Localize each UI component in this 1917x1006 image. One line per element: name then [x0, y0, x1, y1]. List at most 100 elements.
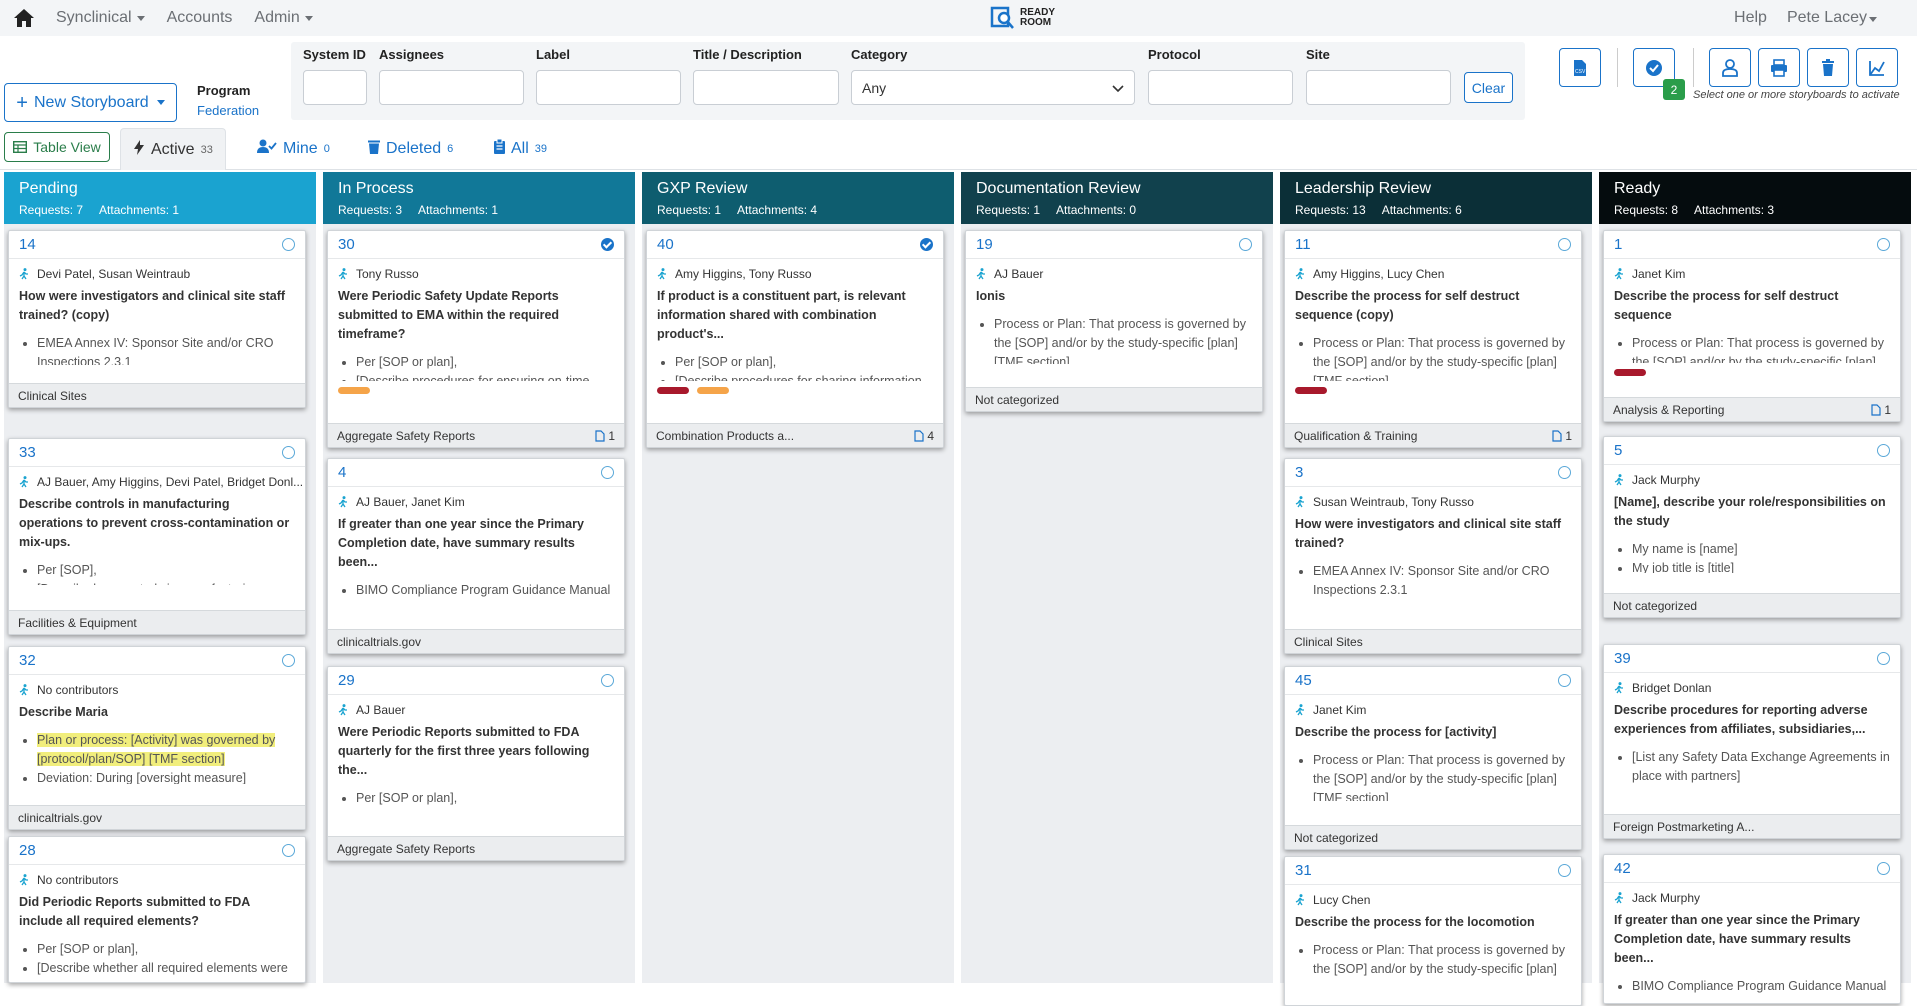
select-circle-icon[interactable] [1877, 444, 1890, 457]
user-menu[interactable]: Pete Lacey [1787, 9, 1877, 27]
select-circle-icon[interactable] [1877, 652, 1890, 665]
select-circle-icon[interactable] [601, 466, 614, 479]
storyboard-card[interactable]: 28 No contributors Did Periodic Reports … [8, 836, 306, 983]
storyboard-card[interactable]: 5 Jack Murphy [Name], describe your role… [1603, 436, 1901, 618]
select-circle-icon[interactable] [1877, 238, 1890, 251]
card-id[interactable]: 30 [338, 236, 355, 253]
select-circle-icon[interactable] [1558, 466, 1571, 479]
select-circle-icon[interactable] [282, 446, 295, 459]
card-id[interactable]: 11 [1295, 236, 1311, 253]
assignees-input[interactable] [379, 70, 524, 105]
card-id[interactable]: 33 [19, 444, 36, 461]
file-icon [914, 429, 924, 442]
column-stats: Requests: 1 Attachments: 0 [976, 203, 1258, 217]
card-id[interactable]: 1 [1614, 236, 1622, 253]
card-assignees-text: AJ Bauer, Amy Higgins, Devi Patel, Bridg… [37, 475, 304, 489]
storyboard-card[interactable]: 45 Janet Kim Describe the process for [a… [1284, 666, 1582, 850]
select-circle-icon[interactable] [282, 654, 295, 667]
home-icon[interactable] [12, 7, 36, 29]
card-category: Clinical Sites [1294, 634, 1363, 649]
card-id[interactable]: 3 [1295, 464, 1303, 481]
card-id[interactable]: 14 [19, 236, 36, 253]
checked-circle-icon[interactable] [920, 238, 933, 251]
title-input[interactable] [693, 70, 839, 105]
card-id[interactable]: 28 [19, 842, 36, 859]
export-csv-button[interactable]: CSV [1559, 48, 1601, 87]
runner-icon [1614, 268, 1623, 280]
tab-active[interactable]: Active 33 [120, 128, 226, 170]
select-circle-icon[interactable] [1558, 238, 1571, 251]
label-tag[interactable] [1614, 369, 1646, 376]
card-assignees-text: Jack Murphy [1632, 891, 1701, 905]
select-circle-icon[interactable] [1558, 864, 1571, 877]
attachment-count-value: 1 [1884, 402, 1891, 417]
nav-admin[interactable]: Admin [254, 9, 313, 27]
workflow-button[interactable] [1856, 48, 1898, 87]
select-circle-icon[interactable] [282, 844, 295, 857]
card-assignees-text: Lucy Chen [1313, 893, 1371, 907]
label-tag[interactable] [338, 387, 370, 394]
storyboard-card[interactable]: 31 Lucy Chen Describe the process for th… [1284, 856, 1582, 1006]
storyboard-card[interactable]: 29 AJ Bauer Were Periodic Reports submit… [327, 666, 625, 861]
card-id[interactable]: 29 [338, 672, 355, 689]
storyboard-card[interactable]: 3 Susan Weintraub, Tony Russo How were i… [1284, 458, 1582, 654]
card-body: Ionis Process or Plan: That process is g… [966, 281, 1262, 364]
card-id[interactable]: 19 [976, 236, 993, 253]
card-id[interactable]: 42 [1614, 860, 1631, 877]
select-circle-icon[interactable] [282, 238, 295, 251]
card-question: Describe Maria [19, 705, 108, 719]
storyboard-card[interactable]: 4 AJ Bauer, Janet Kim If greater than on… [327, 458, 625, 654]
tab-mine[interactable]: Mine 0 [245, 128, 342, 170]
label-tag[interactable] [697, 387, 729, 394]
label-tag[interactable] [1295, 387, 1327, 394]
tab-deleted[interactable]: Deleted 6 [356, 128, 465, 170]
tab-all[interactable]: All 39 [482, 128, 559, 170]
storyboard-card[interactable]: 32 No contributors Describe Maria Plan o… [8, 646, 306, 830]
table-view-button[interactable]: Table View [4, 132, 110, 162]
select-circle-icon[interactable] [601, 674, 614, 687]
clear-button[interactable]: Clear [1464, 72, 1513, 103]
card-category: Analysis & Reporting [1613, 402, 1725, 417]
card-id[interactable]: 40 [657, 236, 674, 253]
label-input[interactable] [536, 70, 681, 105]
card-id[interactable]: 39 [1614, 650, 1631, 667]
storyboard-card[interactable]: 14 Devi Patel, Susan Weintraub How were … [8, 230, 306, 408]
storyboard-card[interactable]: 11 Amy Higgins, Lucy Chen Describe the p… [1284, 230, 1582, 448]
card-id[interactable]: 31 [1295, 862, 1312, 879]
nav-synclinical[interactable]: Synclinical [56, 9, 145, 27]
column-attachments: Attachments: 1 [418, 203, 499, 217]
storyboard-card[interactable]: 40 Amy Higgins, Tony Russo If product is… [646, 230, 944, 448]
site-input[interactable] [1306, 70, 1451, 105]
card-id[interactable]: 5 [1614, 442, 1622, 459]
storyboard-card[interactable]: 33 AJ Bauer, Amy Higgins, Devi Patel, Br… [8, 438, 306, 635]
storyboard-card[interactable]: 1 Janet Kim Describe the process for sel… [1603, 230, 1901, 422]
system-id-input[interactable] [303, 70, 367, 105]
card-id[interactable]: 4 [338, 464, 346, 481]
column-title: In Process [338, 180, 414, 197]
select-circle-icon[interactable] [1558, 674, 1571, 687]
nav-accounts[interactable]: Accounts [167, 9, 233, 27]
assign-user-button[interactable] [1709, 48, 1751, 87]
select-circle-icon[interactable] [1877, 862, 1890, 875]
card-bullets: Per [SOP or plan], [Describe whether all … [9, 931, 305, 978]
storyboard-card[interactable]: 42 Jack Murphy If greater than one year … [1603, 854, 1901, 1004]
storyboard-card[interactable]: 39 Bridget Donlan Describe procedures fo… [1603, 644, 1901, 839]
select-circle-icon[interactable] [1239, 238, 1252, 251]
card-id[interactable]: 32 [19, 652, 36, 669]
new-storyboard-button[interactable]: + New Storyboard [4, 83, 177, 122]
storyboard-card[interactable]: 30 Tony Russo Were Periodic Safety Updat… [327, 230, 625, 448]
delete-button[interactable] [1807, 48, 1849, 87]
category-select[interactable]: Any [851, 70, 1135, 105]
storyboard-card[interactable]: 19 AJ Bauer Ionis Process or Plan: That … [965, 230, 1263, 412]
help-link[interactable]: Help [1734, 9, 1767, 27]
checked-circle-icon[interactable] [601, 238, 614, 251]
column-stats: Requests: 13 Attachments: 6 [1295, 203, 1577, 217]
label-tag[interactable] [657, 387, 689, 394]
readyroom-logo[interactable]: READY ROOM [990, 5, 1055, 31]
runner-icon [19, 684, 28, 696]
print-button[interactable] [1758, 48, 1800, 87]
program-link[interactable]: Federation [197, 103, 259, 118]
card-id[interactable]: 45 [1295, 672, 1312, 689]
card-bullets: Plan or process: [Activity] was governed… [9, 722, 305, 784]
protocol-input[interactable] [1148, 70, 1293, 105]
